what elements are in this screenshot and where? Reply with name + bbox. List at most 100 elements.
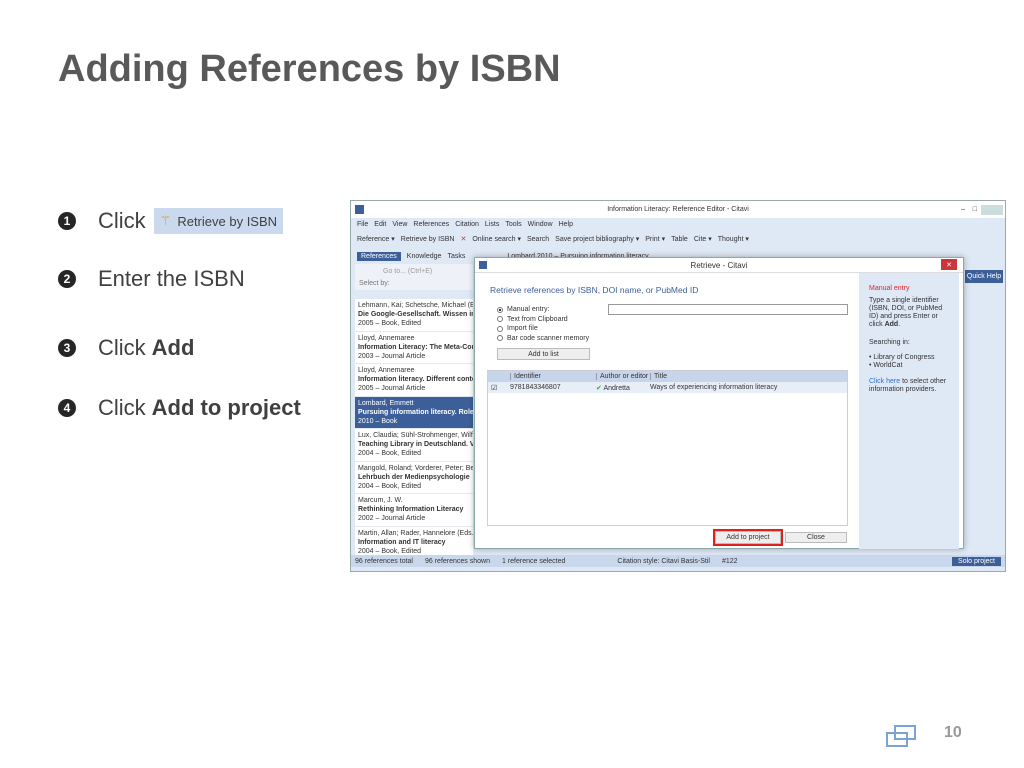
solo-project-badge[interactable]: Solo project (952, 556, 1001, 566)
reference-meta: 2005 – Journal Article (358, 385, 426, 392)
status-bar: 96 references total 96 references shown 1 … (351, 555, 1005, 567)
reference-author: Mangold, Roland; Vorderer, Peter; Bente,… (358, 464, 473, 472)
menu-edit[interactable]: Edit (374, 221, 386, 228)
goto-input[interactable]: Go to... (Ctrl+E) (359, 266, 469, 278)
reference-title: Pursuing information literacy. Roles and (358, 408, 473, 416)
table-button[interactable]: Table (671, 236, 688, 243)
reference-list-item[interactable]: Mangold, Roland; Vorderer, Peter; Bente,… (355, 462, 473, 494)
reference-title: Rethinking Information Literacy (358, 506, 464, 513)
step-number: 2 (58, 270, 76, 288)
status-citation-style: Citation style: Citavi Basis-Stil (617, 557, 710, 565)
option-label: Bar code scanner memory (507, 334, 590, 342)
reference-meta: 2004 – Book, Edited (358, 482, 422, 490)
help-panel: Manual entry Type a single identifier (I… (859, 273, 959, 549)
column-title[interactable]: Title (650, 373, 667, 380)
row-checkbox[interactable]: ☑ (488, 384, 510, 392)
step-text: Enter the ISBN (98, 266, 245, 291)
source-library-of-congress: • Library of Congress (869, 354, 935, 361)
maximize-button[interactable]: □ (973, 206, 977, 213)
reference-list-item[interactable]: Martin, Allan; Rader, Hannelore (Eds.) In… (355, 527, 473, 556)
close-button[interactable]: Close (785, 532, 847, 543)
option-label: Import file (507, 325, 538, 333)
reference-button[interactable]: Reference ▾ (357, 235, 395, 243)
delete-icon[interactable]: ✕ (460, 235, 466, 243)
chip-label: Retrieve by ISBN (177, 213, 278, 229)
step-number: 3 (58, 339, 76, 357)
add-to-list-button[interactable]: Add to list (497, 348, 590, 360)
reference-title: Lehrbuch der Medienpsychologie (358, 473, 470, 481)
minimize-button[interactable]: – (961, 206, 965, 213)
row-identifier: 9781843346807 (510, 384, 561, 391)
reference-list-item[interactable]: Lux, Claudia; Sühl-Strohmenger, Wilfried… (355, 429, 473, 462)
close-button[interactable] (981, 204, 1003, 215)
online-search-button[interactable]: Online search ▾ (472, 235, 521, 243)
step-text: Click (98, 335, 146, 360)
identifier-input[interactable] (608, 304, 848, 315)
reference-list-item[interactable]: Lloyd, Annemaree Information Literacy: Th… (355, 332, 473, 364)
source-worldcat: • WorldCat (869, 362, 903, 369)
step-bold: Add (151, 335, 195, 360)
reference-list-item[interactable]: Lehmann, Kai; Schetsche, Michael (Eds.) D… (355, 299, 473, 332)
save-bibliography-button[interactable]: Save project bibliography ▾ (555, 235, 639, 243)
table-header: Identifier Author or editor Title (488, 371, 847, 382)
step-text: Click (98, 395, 146, 420)
select-by-label: Select by: (359, 280, 390, 287)
reference-author: Martin, Allan; Rader, Hannelore (Eds.) (358, 529, 473, 537)
help-body: Type a single identifier (ISBN, DOI, or … (869, 297, 943, 328)
retrieve-by-isbn-button[interactable]: Retrieve by ISBN (401, 236, 455, 243)
menu-lists[interactable]: Lists (485, 221, 499, 228)
option-barcode[interactable]: Bar code scanner memory (497, 334, 589, 344)
searching-label: Searching in: (869, 339, 910, 346)
search-button[interactable]: Search (527, 236, 549, 243)
menu-help[interactable]: Help (559, 221, 573, 228)
reference-list-item[interactable]: Marcum, J. W. Rethinking Information Lite… (355, 494, 473, 527)
menu-tools[interactable]: Tools (505, 221, 521, 228)
menu-view[interactable]: View (392, 221, 407, 228)
menu-citation[interactable]: Citation (455, 221, 479, 228)
menu-references[interactable]: References (413, 221, 449, 228)
retrieve-by-isbn-chip: ⚚ Retrieve by ISBN (153, 208, 284, 234)
option-label: Manual entry: (507, 306, 550, 314)
click-here-link[interactable]: Click here (869, 378, 900, 385)
reference-author: Lloyd, Annemaree (358, 367, 415, 374)
option-manual-entry[interactable]: Manual entry: (497, 305, 589, 315)
option-import-file[interactable]: Import file (497, 324, 589, 334)
thought-button[interactable]: Thought ▾ (718, 235, 749, 243)
table-row[interactable]: ☑ 9781843346807 ✔ Andretta Ways of experien… (488, 382, 847, 393)
step-2: 2 Enter the ISBN (58, 266, 245, 292)
help-link-line: Click here to select other information p… (869, 378, 949, 394)
step-1: 1 Click ⚚ Retrieve by ISBN (58, 208, 284, 234)
cite-button[interactable]: Cite ▾ (694, 235, 712, 243)
column-identifier[interactable]: Identifier (510, 373, 596, 380)
reference-meta: 2004 – Book, Edited (358, 450, 422, 457)
reference-list-item[interactable]: Lloyd, Annemaree Information literacy. Di… (355, 364, 473, 397)
add-to-project-button[interactable]: Add to project (713, 529, 783, 546)
status-shown: 96 references shown (424, 557, 490, 565)
quick-help-tab[interactable]: Quick Help (965, 270, 1003, 283)
dialog-title-bar: Retrieve - Citavi ✕ (475, 258, 963, 273)
row-author: ✔ Andretta (596, 384, 650, 392)
reference-list: Lehmann, Kai; Schetsche, Michael (Eds.) D… (355, 299, 473, 555)
menu-window[interactable]: Window (528, 221, 553, 228)
dialog-close-icon[interactable]: ✕ (941, 259, 957, 270)
tab-knowledge[interactable]: Knowledge (407, 253, 442, 260)
reference-title: Die Google-Gesellschaft. Wissen im 21. J… (358, 311, 473, 318)
slides-icon (886, 723, 918, 751)
option-clipboard[interactable]: Text from Clipboard (497, 315, 589, 325)
reference-author: Lux, Claudia; Sühl-Strohmenger, Wilfried… (358, 432, 473, 439)
reference-title: Information Literacy: The Meta-Competenc… (358, 343, 473, 351)
column-author[interactable]: Author or editor (596, 373, 650, 380)
print-button[interactable]: Print ▾ (645, 235, 665, 243)
reference-meta: 2005 – Book, Edited (358, 320, 422, 327)
reference-meta: 2004 – Book, Edited (358, 547, 422, 555)
tab-references[interactable]: References (357, 251, 401, 261)
option-label: Text from Clipboard (507, 315, 568, 323)
source-text: WorldCat (873, 362, 903, 369)
dialog-title: Retrieve - Citavi (690, 260, 748, 270)
menu-bar: File Edit View References Citation Lists Tools… (351, 218, 1005, 231)
toolbar: Reference ▾ Retrieve by ISBN ✕ Online searc… (351, 231, 1005, 247)
menu-file[interactable]: File (357, 221, 368, 228)
tab-tasks[interactable]: Tasks (447, 253, 465, 260)
source-text: Library of Congress (873, 354, 935, 361)
reference-list-item[interactable]: Lombard, Emmett Pursuing information lite… (355, 396, 473, 429)
